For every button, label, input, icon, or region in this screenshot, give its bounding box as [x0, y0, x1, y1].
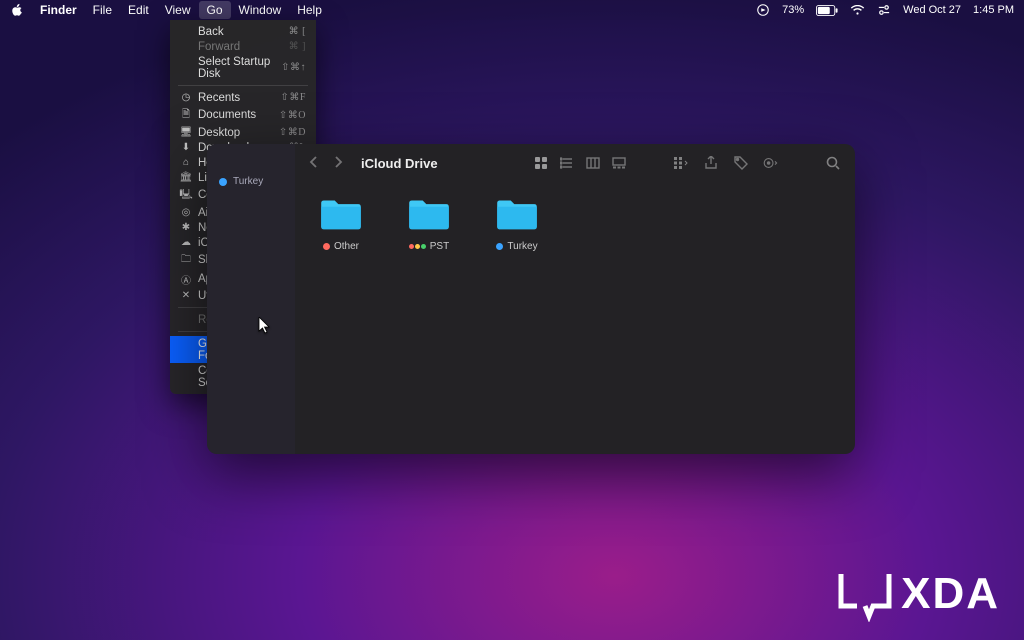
finder-toolbar: iCloud Drive: [295, 144, 855, 182]
folder-turkey[interactable]: Turkey: [487, 196, 547, 252]
download-icon: ⬇: [180, 142, 192, 153]
desktop-icon: 🖥: [180, 127, 192, 138]
menubar-time[interactable]: 1:45 PM: [973, 4, 1014, 16]
menubar-view[interactable]: View: [157, 1, 199, 19]
menu-back[interactable]: Back⌘ [: [170, 24, 316, 39]
folder-other[interactable]: Other: [311, 196, 371, 252]
screen-mirroring-icon[interactable]: [756, 3, 770, 17]
tag-dot-icon: [323, 243, 330, 250]
menu-separator: [178, 85, 308, 86]
menubar-file[interactable]: File: [85, 1, 120, 19]
computer-icon: 🖳: [180, 187, 192, 204]
menu-item-label: Desktop: [198, 127, 273, 139]
finder-window: Turkey iCloud Drive Other PST Turkey: [207, 144, 855, 454]
control-center-icon[interactable]: [877, 4, 891, 16]
menubar-date[interactable]: Wed Oct 27: [903, 4, 961, 16]
menu-forward: Forward⌘ ]: [170, 39, 316, 54]
menubar: Finder File Edit View Go Window Help 73%…: [0, 0, 1024, 20]
tag-label: Turkey: [233, 176, 263, 187]
menubar-status-area: 73% Wed Oct 27 1:45 PM: [756, 3, 1014, 17]
menu-select-startup-disk[interactable]: Select Startup Disk⇧⌘↑: [170, 54, 316, 81]
tag-dot-icon: [496, 243, 503, 250]
tag-dots: [409, 244, 426, 249]
sidebar-tag-turkey[interactable]: Turkey: [215, 174, 287, 189]
view-mode-group: [533, 155, 627, 171]
group-by-button[interactable]: [673, 155, 689, 171]
xda-logo-text: XDA: [901, 569, 1000, 619]
tags-button[interactable]: [733, 155, 749, 171]
menu-desktop[interactable]: 🖥 Desktop ⇧⌘D: [170, 125, 316, 140]
mouse-cursor: [258, 317, 272, 340]
menubar-app-name[interactable]: Finder: [32, 1, 85, 19]
search-button[interactable]: [825, 155, 841, 171]
share-button[interactable]: [703, 155, 719, 171]
utilities-icon: ✕: [180, 290, 192, 301]
list-view-button[interactable]: [559, 155, 575, 171]
folder-label: Turkey: [507, 241, 537, 252]
menu-item-label: Documents: [198, 109, 273, 121]
finder-sidebar: Turkey: [207, 144, 295, 454]
folder-label: PST: [430, 241, 449, 252]
menubar-go[interactable]: Go: [199, 1, 231, 19]
folder-pst[interactable]: PST: [399, 196, 459, 252]
shared-icon: 🗀: [180, 252, 192, 269]
folder-icon: [319, 196, 363, 237]
menu-item-label: Recents: [198, 92, 275, 104]
finder-content-area[interactable]: Other PST Turkey: [295, 182, 855, 454]
battery-icon[interactable]: [816, 5, 838, 16]
finder-title: iCloud Drive: [361, 156, 438, 171]
wifi-icon[interactable]: [850, 5, 865, 16]
column-view-button[interactable]: [585, 155, 601, 171]
home-icon: ⌂: [180, 157, 192, 168]
nav-forward-button[interactable]: [333, 156, 343, 171]
document-icon: 🗎: [180, 107, 192, 124]
airdrop-icon: ◎: [180, 207, 192, 218]
menubar-help[interactable]: Help: [289, 1, 330, 19]
gallery-view-button[interactable]: [611, 155, 627, 171]
library-icon: 🏛: [180, 172, 192, 183]
menu-documents[interactable]: 🗎 Documents ⇧⌘O: [170, 105, 316, 125]
xda-watermark: XDA: [837, 566, 1000, 622]
icloud-icon: ☁: [180, 237, 192, 248]
menu-item-shortcut: ⇧⌘O: [279, 110, 306, 121]
tag-dot-icon: [219, 178, 227, 186]
xda-logo-icon: [837, 566, 893, 622]
menu-recents[interactable]: ◷ Recents ⇧⌘F: [170, 90, 316, 105]
clock-icon: ◷: [180, 92, 192, 103]
apple-menu-icon[interactable]: [10, 3, 24, 17]
network-icon: ✱: [180, 222, 192, 233]
menu-item-shortcut: ⇧⌘D: [279, 127, 306, 138]
menubar-window[interactable]: Window: [231, 1, 290, 19]
icon-view-button[interactable]: [533, 155, 549, 171]
menubar-edit[interactable]: Edit: [120, 1, 157, 19]
action-button[interactable]: [763, 155, 779, 171]
menu-item-shortcut: ⇧⌘F: [281, 92, 306, 103]
battery-percent: 73%: [782, 4, 804, 16]
folder-icon: [407, 196, 451, 237]
nav-back-button[interactable]: [309, 156, 319, 171]
folder-label: Other: [334, 241, 359, 252]
apps-icon: Ⓐ: [180, 272, 192, 287]
folder-icon: [495, 196, 539, 237]
